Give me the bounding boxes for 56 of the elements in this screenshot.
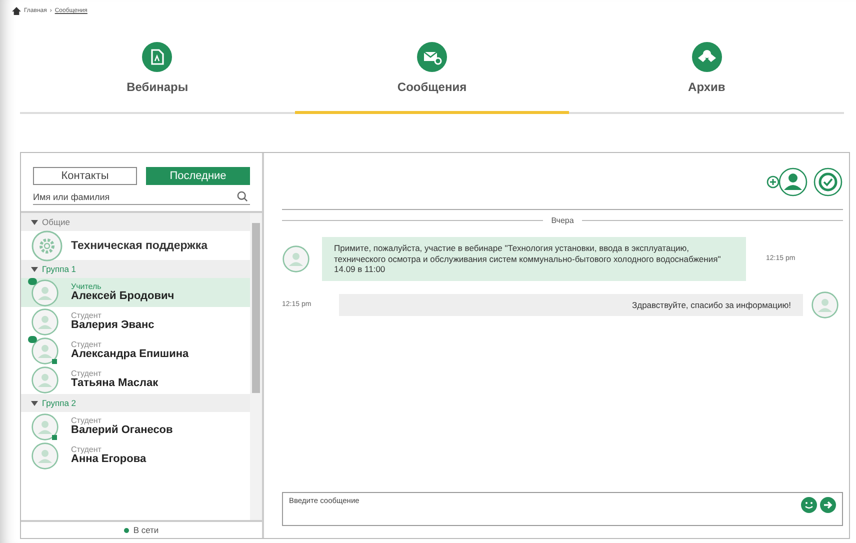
group-title: Общие: [42, 217, 70, 227]
day-separator: Вчера: [551, 216, 574, 225]
scrollbar[interactable]: [250, 213, 262, 520]
online-dot: [124, 528, 130, 532]
legend-label: В сети: [133, 525, 159, 535]
document-icon: [142, 42, 172, 72]
contact-role: Студент: [71, 370, 102, 378]
avatar-icon: [811, 290, 839, 319]
contact-item[interactable]: Студент Валерий Оганесов: [21, 412, 250, 441]
avatar-icon: [31, 336, 59, 364]
contact-item[interactable]: Учитель Алексей Бродович: [21, 278, 250, 307]
contact-role: Студент: [71, 416, 102, 425]
filter-toggle[interactable]: Последние: [146, 167, 250, 185]
search-icon[interactable]: [237, 191, 248, 202]
filter-toggle[interactable]: Контакты: [33, 167, 137, 185]
group-header[interactable]: Общие: [21, 213, 250, 231]
avatar-icon: [282, 244, 310, 273]
contact-item[interactable]: Техническая поддержка: [21, 231, 250, 260]
contact-item[interactable]: Студент Анна Егорова: [21, 441, 250, 470]
contact-role: Студент: [71, 340, 102, 349]
avatar-icon: [31, 366, 59, 394]
caret-icon[interactable]: [31, 220, 38, 224]
nav-tab[interactable]: Сообщения: [294, 42, 570, 114]
contact-role: Студент: [71, 312, 102, 320]
contact-name: Валерий Оганесов: [71, 424, 173, 436]
group-title: Группа 2: [42, 398, 76, 408]
contact-name: Анна Егорова: [71, 454, 146, 466]
home-icon[interactable]: [12, 7, 21, 15]
group-header[interactable]: Группа 2: [21, 394, 250, 412]
contact-item[interactable]: Студент Александра Епишина: [21, 336, 250, 365]
envelope-icon: [417, 42, 447, 72]
contact-name: Алексей Бродович: [71, 290, 174, 302]
avatar-icon: [31, 278, 59, 306]
add-user-icon[interactable]: [765, 167, 809, 197]
caret-icon[interactable]: [31, 266, 38, 272]
contact-role: Студент: [71, 446, 102, 454]
avatar-icon: [31, 442, 59, 470]
message-bubble: Здравствуйте, спасибо за информацию!: [339, 294, 803, 316]
contact-role: Учитель: [71, 282, 102, 291]
send-icon[interactable]: [820, 497, 836, 513]
archive-icon: [692, 42, 722, 72]
gear-icon: [31, 230, 63, 262]
contact-name: Александра Епишина: [71, 348, 189, 360]
avatar-icon: [31, 412, 59, 440]
contact-item[interactable]: Студент Татьяна Маслак: [21, 365, 250, 394]
avatar-icon: [31, 308, 59, 336]
message-bubble: Примите, пожалуйста, участие в вебинаре "Технология установки, ввода в эксплуатацию, технического осмотра и обслуживания систем коммунально-бытового холодного водоснабжения" 14.09 в 11:00: [322, 237, 746, 281]
smiley-icon[interactable]: [801, 497, 817, 513]
contact-name: Валерия Эванс: [71, 320, 154, 332]
group-header[interactable]: Группа 1: [21, 260, 250, 278]
contact-item[interactable]: Студент Валерия Эванс: [21, 307, 250, 336]
group-title: Группа 1: [42, 264, 76, 274]
caret-icon[interactable]: [31, 400, 38, 406]
nav-tab[interactable]: Вебинары: [20, 42, 295, 114]
nav-tab[interactable]: Архив: [569, 42, 844, 114]
contact-name: Татьяна Маслак: [71, 378, 158, 390]
